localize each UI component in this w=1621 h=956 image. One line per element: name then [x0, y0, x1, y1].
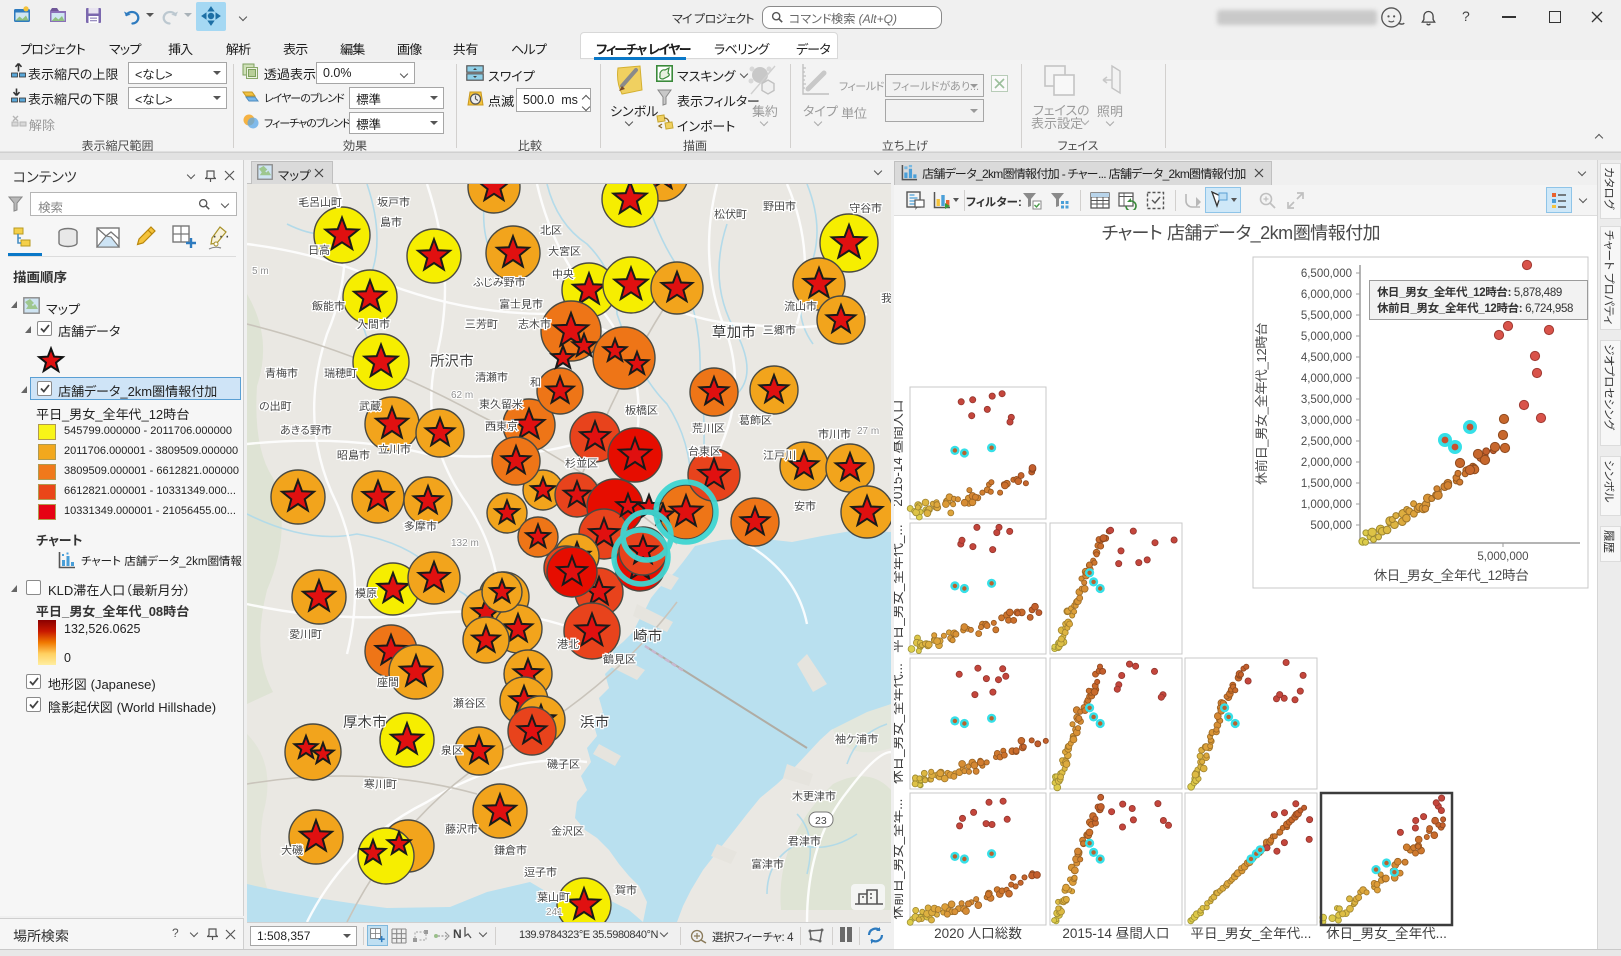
svg-text:愛川町: 愛川町 [289, 628, 322, 641]
svg-text:富士見市: 富士見市 [499, 299, 543, 311]
svg-text:休前日_男女_全年代_12時台: 休前日_男女_全年代_12時台 [1254, 322, 1269, 486]
svg-text:志木市: 志木市 [518, 319, 551, 331]
svg-text:500,000: 500,000 [1310, 520, 1352, 532]
svg-text:241: 241 [546, 907, 563, 918]
svg-text:62 m: 62 m [451, 390, 473, 401]
svg-text:草加市: 草加市 [712, 325, 756, 341]
svg-text:4,500,000: 4,500,000 [1301, 352, 1352, 364]
svg-text:チャート 店舗データ_2km圏情報付加: チャート 店舗データ_2km圏情報付加 [1102, 223, 1380, 244]
svg-text:大磯: 大磯 [281, 844, 303, 857]
svg-text:の出町: の出町 [259, 401, 292, 413]
svg-text:逗子市: 逗子市 [524, 866, 557, 879]
svg-text:中央: 中央 [552, 269, 575, 281]
svg-text:賀市: 賀市 [614, 885, 637, 897]
svg-text:我: 我 [881, 292, 891, 305]
svg-text:清瀬市: 清瀬市 [475, 372, 508, 384]
svg-text:江戸川: 江戸川 [763, 449, 796, 462]
svg-text:入間市: 入間市 [357, 319, 390, 331]
svg-text:2020 人口総数: 2020 人口総数 [934, 926, 1022, 941]
svg-text:東久留米: 東久留米 [479, 398, 523, 411]
svg-text:132 m: 132 m [451, 538, 479, 549]
svg-text:3,000,000: 3,000,000 [1301, 415, 1352, 427]
svg-text:荒川区: 荒川区 [692, 422, 725, 435]
svg-text:5,500,000: 5,500,000 [1301, 310, 1352, 322]
svg-text:袖ケ浦市: 袖ケ浦市 [835, 733, 878, 746]
svg-text:立川市: 立川市 [378, 443, 411, 456]
svg-text:1,000,000: 1,000,000 [1301, 499, 1352, 511]
svg-text:休日_男女_全年代...: 休日_男女_全年代... [1325, 926, 1447, 941]
svg-text:27 m: 27 m [857, 426, 879, 437]
svg-text:富津市: 富津市 [751, 859, 784, 871]
svg-text:平日_男女_全年代...: 平日_男女_全年代... [1191, 926, 1312, 941]
svg-text:守谷市: 守谷市 [849, 202, 882, 215]
svg-text:瀬谷区: 瀬谷区 [453, 697, 486, 710]
svg-text:2,000,000: 2,000,000 [1301, 457, 1352, 469]
svg-text:野田市: 野田市 [763, 200, 796, 213]
svg-text:板橋区: 板橋区 [625, 404, 658, 417]
svg-text:三郷市: 三郷市 [763, 324, 796, 337]
svg-text:毛呂山町: 毛呂山町 [298, 197, 342, 209]
svg-text:瑞穂町: 瑞穂町 [324, 368, 357, 380]
svg-text:西東京: 西東京 [485, 421, 518, 433]
svg-text:座間: 座間 [376, 677, 399, 689]
svg-text:昭島市: 昭島市 [337, 449, 370, 462]
svg-text:青梅市: 青梅市 [265, 367, 298, 380]
svg-text:休日_男女_全年代...: 休日_男女_全年代... [894, 663, 905, 785]
svg-text:松伏町: 松伏町 [714, 208, 747, 221]
svg-text:飯能市: 飯能市 [311, 300, 345, 313]
svg-text:葛飾区: 葛飾区 [739, 414, 772, 427]
svg-text:和: 和 [530, 376, 541, 389]
svg-text:島市: 島市 [380, 216, 402, 229]
svg-text:5,000,000: 5,000,000 [1301, 331, 1352, 343]
svg-text:港北: 港北 [557, 638, 579, 651]
svg-text:3,500,000: 3,500,000 [1301, 394, 1352, 406]
svg-text:杉並区: 杉並区 [564, 457, 598, 470]
svg-text:泉区: 泉区 [441, 744, 463, 757]
svg-text:休前日_男女_全年...: 休前日_男女_全年... [894, 799, 905, 921]
svg-text:君津市: 君津市 [788, 836, 821, 848]
svg-text:崎市: 崎市 [633, 629, 662, 645]
svg-text:木更津市: 木更津市 [792, 791, 836, 803]
svg-text:1,500,000: 1,500,000 [1301, 478, 1352, 490]
svg-text:4,000,000: 4,000,000 [1301, 373, 1352, 385]
svg-text:寒川町: 寒川町 [364, 778, 397, 791]
svg-text:休日_男女_全年代_12時台: 5,878,489: 休日_男女_全年代_12時台: 5,878,489 [1377, 285, 1562, 299]
svg-text:磯子区: 磯子区 [547, 758, 580, 771]
svg-text:2015-14 昼間人口: 2015-14 昼間人口 [894, 399, 905, 506]
svg-text:多摩市: 多摩市 [404, 521, 437, 533]
svg-text:金沢区: 金沢区 [551, 825, 584, 838]
svg-text:23: 23 [815, 815, 827, 827]
svg-text:5 m: 5 m [252, 266, 269, 277]
svg-text:6,000,000: 6,000,000 [1301, 289, 1352, 301]
svg-text:あきる野市: あきる野市 [280, 424, 332, 437]
svg-text:北区: 北区 [540, 224, 562, 237]
svg-text:鶴見区: 鶴見区 [602, 653, 636, 666]
svg-text:三芳町: 三芳町 [465, 319, 498, 331]
svg-text:鎌倉市: 鎌倉市 [494, 844, 527, 857]
svg-text:休日_男女_全年代_12時台: 休日_男女_全年代_12時台 [1373, 568, 1530, 583]
svg-text:2015-14 昼間人口: 2015-14 昼間人口 [1062, 926, 1169, 941]
svg-text:流山市: 流山市 [784, 301, 817, 313]
svg-text:武蔵: 武蔵 [359, 401, 381, 413]
svg-text:日高: 日高 [308, 245, 330, 257]
svg-text:大宮区: 大宮区 [548, 246, 581, 258]
svg-text:台東区: 台東区 [688, 445, 721, 458]
svg-text:坂戸市: 坂戸市 [377, 197, 410, 209]
svg-text:5,000,000: 5,000,000 [1477, 551, 1528, 563]
svg-text:所沢市: 所沢市 [430, 353, 474, 370]
svg-text:厚木市: 厚木市 [343, 715, 387, 731]
svg-text:2,500,000: 2,500,000 [1301, 436, 1352, 448]
svg-text:浜市: 浜市 [580, 714, 609, 731]
svg-text:葉山町: 葉山町 [537, 892, 570, 904]
svg-text:藤沢市: 藤沢市 [445, 823, 478, 836]
svg-text:休前日_男女_全年代_12時台: 6,724,958: 休前日_男女_全年代_12時台: 6,724,958 [1377, 301, 1573, 315]
svg-text:市川市: 市川市 [818, 428, 851, 441]
svg-text:6,500,000: 6,500,000 [1301, 268, 1352, 280]
svg-text:平日_男女_全年代_...: 平日_男女_全年代_... [894, 524, 905, 652]
svg-text:安市: 安市 [794, 501, 816, 513]
svg-text:ふじみ野市: ふじみ野市 [472, 276, 525, 289]
svg-text:模原: 模原 [355, 588, 378, 600]
